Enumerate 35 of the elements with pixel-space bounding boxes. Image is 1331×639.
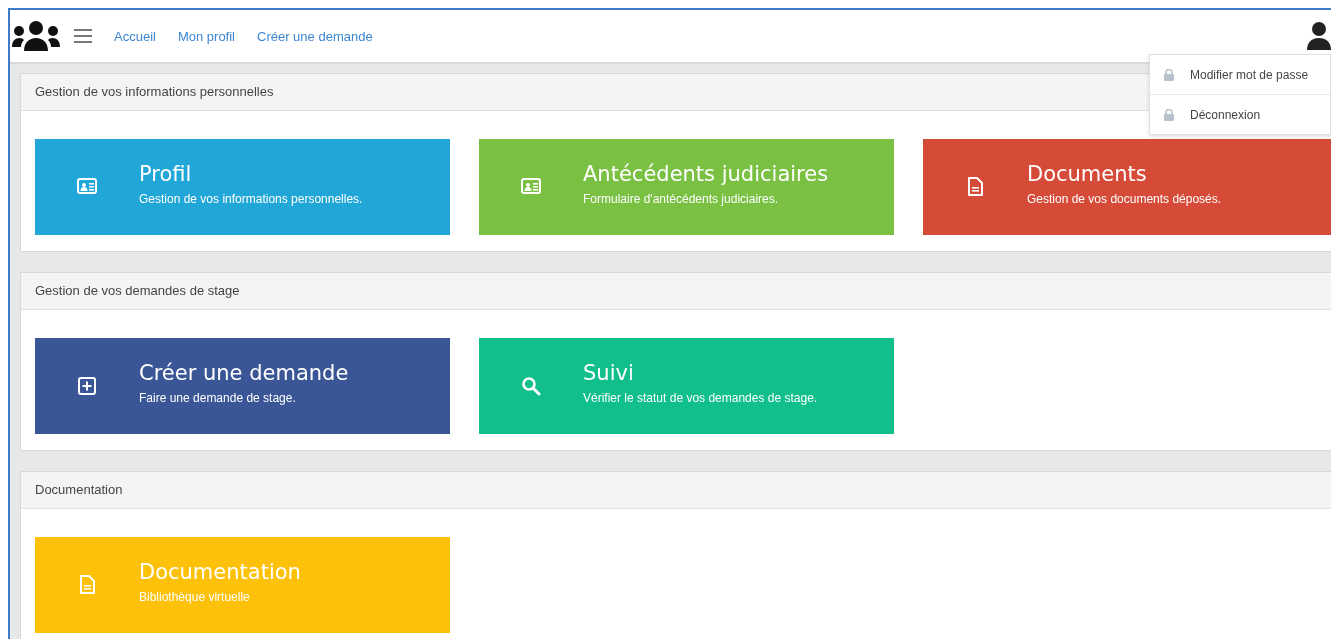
group-people-icon[interactable] (12, 21, 60, 51)
section-header: Gestion de vos demandes de stage (21, 273, 1331, 310)
tile-subtitle: Formulaire d'antécédents judiciaires. (583, 192, 780, 206)
tile-card[interactable]: Documents Gestion de vos documents déposés. (923, 139, 1331, 235)
tile-subtitle: Bibliothèque virtuelle (139, 590, 251, 604)
lock-icon (1164, 68, 1174, 81)
tile-title: Profil (139, 162, 193, 186)
document-icon (77, 575, 97, 595)
menu-icon[interactable] (74, 29, 92, 43)
tile-card[interactable]: Antécédents judiciaires Formulaire d'antécédents judiciaires. (479, 139, 894, 235)
tile-card[interactable]: Suivi Vérifier le statut de vos demandes de stage. (479, 338, 894, 434)
id-card-icon (77, 177, 97, 197)
tile-subtitle: Vérifier le statut de vos demandes de stage. (583, 391, 818, 405)
plus-square-icon (77, 376, 97, 396)
user-icon[interactable] (1307, 22, 1331, 50)
lock-icon (1164, 108, 1174, 121)
document-icon (965, 177, 985, 197)
id-card-icon (521, 177, 541, 197)
tile-title: Antécédents judiciaires (583, 162, 829, 186)
tile-title: Documents (1027, 162, 1148, 186)
menu-item[interactable]: Déconnexion (1150, 94, 1330, 134)
tile-title: Suivi (583, 361, 635, 385)
tile-subtitle: Gestion de vos informations personnelles. (139, 192, 363, 206)
nav-link[interactable]: Mon profil (177, 28, 235, 44)
tile-card[interactable]: Créer une demande Faire une demande de stage. (35, 338, 450, 434)
nav-link[interactable]: Créer une demande (257, 28, 373, 44)
tile-subtitle: Faire une demande de stage. (139, 391, 297, 405)
section-header: Documentation (21, 472, 1331, 509)
search-icon (521, 376, 541, 396)
menu-item[interactable]: Modifier mot de passe (1150, 55, 1330, 94)
tile-title: Documentation (139, 560, 301, 584)
tile-card[interactable]: Profil Gestion de vos informations personnelles. (35, 139, 450, 235)
nav-link[interactable]: Accueil (114, 28, 156, 44)
tile-title: Créer une demande (139, 361, 349, 385)
tile-subtitle: Gestion de vos documents déposés. (1027, 192, 1222, 206)
